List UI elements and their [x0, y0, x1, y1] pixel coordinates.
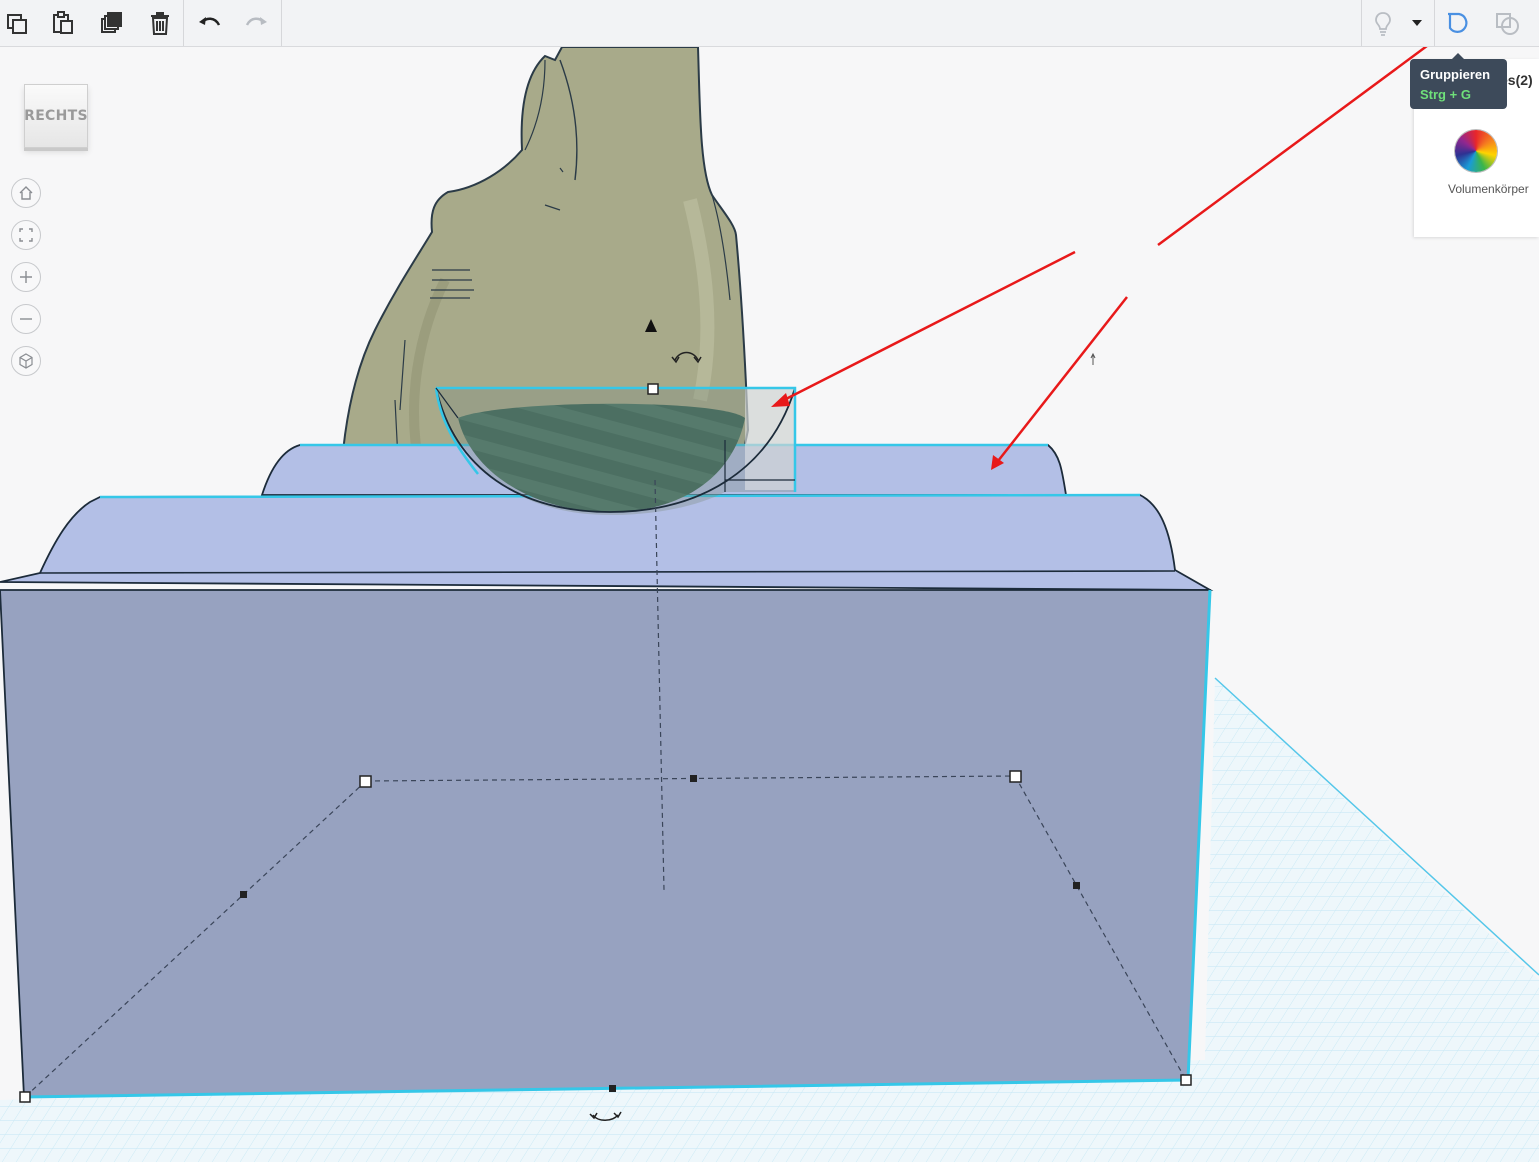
hint-button[interactable]: [1366, 6, 1400, 40]
copy-button[interactable]: [0, 6, 34, 40]
tooltip-title: Gruppieren: [1420, 67, 1491, 82]
box-front-face[interactable]: [0, 589, 1211, 1098]
hint-dropdown[interactable]: [1403, 6, 1431, 40]
fit-view-icon: [19, 228, 33, 242]
group-tooltip: Gruppieren Strg + G: [1410, 53, 1507, 109]
undo-icon: [199, 17, 221, 26]
material-label[interactable]: Volumenkörper: [1448, 182, 1529, 196]
trash-icon: [151, 12, 169, 35]
zoom-out-button[interactable]: [11, 304, 41, 334]
duplicate-button[interactable]: [95, 6, 129, 40]
undo-button[interactable]: [192, 6, 226, 40]
copy-icon: [7, 14, 27, 34]
color-palette-icon[interactable]: [1455, 130, 1497, 172]
paste-icon: [53, 11, 73, 34]
redo-icon: [245, 17, 267, 26]
home-icon: [19, 186, 33, 200]
lightbulb-icon: [1375, 12, 1391, 36]
caret-down-icon: [1412, 20, 1422, 26]
workplane-viewport[interactable]: RECHTS: [0, 47, 1539, 1162]
group-button[interactable]: [1441, 6, 1475, 40]
annotation-arrows: [771, 47, 1428, 470]
paste-button[interactable]: [46, 6, 80, 40]
view-cube-face-label: RECHTS: [24, 108, 88, 124]
zoom-out-icon: [20, 318, 32, 320]
perspective-icon: [19, 353, 33, 369]
cursor-mark: [1090, 352, 1096, 365]
perspective-button[interactable]: [11, 346, 41, 376]
delete-button[interactable]: [143, 6, 177, 40]
scene-canvas[interactable]: [0, 47, 1539, 1162]
ungroup-icon: [1496, 13, 1519, 35]
zoom-in-button[interactable]: [11, 262, 41, 292]
group-icon: [1448, 12, 1468, 33]
tooltip-shortcut: Strg + G: [1420, 87, 1471, 102]
zoom-in-icon: [20, 271, 32, 283]
main-toolbar: [0, 0, 1539, 47]
redo-button[interactable]: [240, 6, 274, 40]
ungroup-button[interactable]: [1490, 6, 1524, 40]
home-view-button[interactable]: [11, 178, 41, 208]
duplicate-icon: [101, 12, 122, 33]
view-cube[interactable]: RECHTS: [24, 84, 88, 148]
fit-view-button[interactable]: [11, 220, 41, 250]
